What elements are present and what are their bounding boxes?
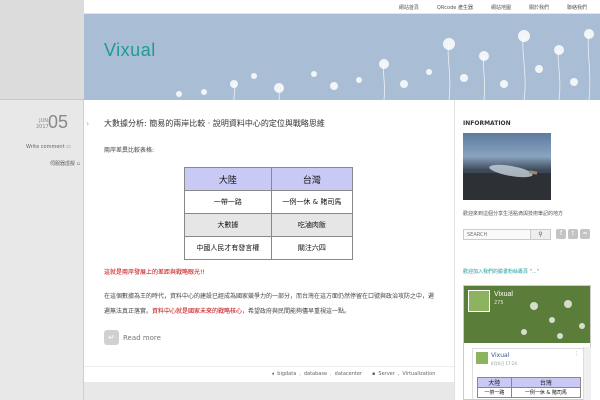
tag-separator: , (330, 371, 332, 377)
facebook-icon[interactable]: f (556, 229, 566, 239)
tag-link[interactable]: database (304, 371, 327, 377)
comment-icon: ▭ (66, 144, 71, 150)
table-row: 大數據 吃滷肉飯 (184, 213, 354, 237)
table-cell: 大數據 (184, 213, 272, 237)
post-tags: ⬧ bigdata, database, datacenter (272, 371, 362, 377)
tag-icon: ⬧ (272, 371, 275, 377)
table-header-cell: 台灣 (270, 167, 354, 191)
left-category-label: 伺服器虛擬 (50, 161, 76, 167)
table-row: 一帶一路 一例一休 & 賭司馬 (184, 190, 354, 214)
read-more-button[interactable]: ↵ Read more (104, 330, 161, 345)
write-comment-label: Write comment (26, 144, 65, 150)
search-icon: ⚲ (538, 231, 543, 238)
facebook-post-time: 6月6日 17:24 (491, 361, 517, 366)
site-header: Vixual (84, 14, 600, 100)
category-link[interactable]: Virtualization (402, 371, 435, 377)
table-header-cell: 台灣 (510, 377, 582, 388)
write-comment-link[interactable]: Write comment ▭ (26, 144, 71, 150)
facebook-widget-heading: 歡迎加入我們的臉書粉絲專頁 "..." (463, 269, 539, 275)
topnav-item-qrcode[interactable]: QRcode 產生器 (428, 2, 482, 13)
table-row: 一帶一路 一例一休 & 賭司馬 (477, 387, 582, 398)
top-bar: 網站首頁 QRcode 產生器 網站地圖 關於我們 聯絡我們 (84, 0, 600, 14)
table-cell: 關注六四 (270, 236, 354, 260)
topnav-item-home[interactable]: 網站首頁 (390, 2, 428, 13)
top-nav: 網站首頁 QRcode 產生器 網站地圖 關於我們 聯絡我們 (390, 2, 596, 13)
facebook-widget-scrollbar[interactable] (583, 347, 591, 400)
sidebar-image (463, 133, 551, 200)
table-cell: 吃滷肉飯 (270, 213, 354, 237)
facebook-page-avatar[interactable] (468, 290, 490, 312)
table-header-row: 大陸 台灣 (477, 377, 582, 388)
social-links: f t ≈ (556, 229, 590, 239)
post-bottom-strip (84, 382, 454, 400)
table-cell: 一例一休 & 賭司馬 (270, 190, 354, 214)
date-year: 2017 (36, 124, 49, 130)
search-input[interactable] (463, 229, 531, 240)
left-header-block (0, 0, 84, 100)
header-floral-decoration (176, 29, 594, 100)
table-cell: 一帶一路 (184, 190, 272, 214)
comparison-table: 大陸 台灣 一帶一路 一例一休 & 賭司馬 大數據 吃滷肉飯 中國人民才有發言權… (184, 167, 354, 260)
sidebar-caption: 歡迎來到這個分享生活點滴與技術筆記的地方 (463, 211, 564, 217)
site-title[interactable]: Vixual (104, 40, 156, 61)
table-header-cell: 大陸 (184, 167, 272, 191)
return-icon: ↵ (104, 330, 119, 345)
twitter-icon[interactable]: t (568, 229, 578, 239)
table-cell: 一帶一路 (477, 387, 512, 398)
chevron-right-icon: › (86, 119, 90, 128)
post-date-day: 05 (48, 112, 69, 132)
folder-icon: ▪ (372, 371, 376, 377)
avatar[interactable] (476, 352, 488, 364)
tag-separator: , (299, 371, 301, 377)
table-row: 中國人民才有發言權 關注六四 (184, 236, 354, 260)
folder-icon: ▫ (76, 161, 80, 167)
topnav-item-contact[interactable]: 聯絡我們 (558, 2, 596, 13)
rss-icon[interactable]: ≈ (580, 229, 590, 239)
paragraph-end-text: ，希望政府與民間能夠儘早重視這一點。 (242, 308, 351, 315)
facebook-page-widget: Vixual 275 Vixual 6月6日 17:24 ⋮ 大陸 台灣 一帶一… (463, 285, 591, 400)
post-highlight-text: 這就是兩岸發展上的差距與戰略眼光!! (104, 269, 205, 276)
search-button[interactable]: ⚲ (531, 229, 551, 240)
facebook-like-count: 275 (494, 300, 504, 306)
post-paragraph: 在這個數據為王的時代，資料中心的建設已經成為國家競爭力的一部分，而台灣在這方面仍… (104, 289, 438, 319)
left-category-link[interactable]: 伺服器虛擬 ▫ (50, 160, 80, 167)
post-intro: 兩岸差異比較表格: (104, 147, 155, 154)
topnav-item-about[interactable]: 關於我們 (520, 2, 558, 13)
facebook-post-author[interactable]: Vixual (491, 352, 509, 359)
category-separator: , (397, 371, 400, 377)
more-options-icon[interactable]: ⋮ (574, 351, 579, 357)
paragraph-red-text: 資料中心就是國家未來的戰略核心 (152, 308, 243, 315)
table-cell: 中國人民才有發言權 (184, 236, 272, 260)
table-header-cell: 大陸 (477, 377, 512, 388)
post-categories: ▪ Server, Virtualization (372, 371, 435, 377)
post-date-month: JUN 2017 (36, 118, 49, 130)
table-header-row: 大陸 台灣 (184, 167, 354, 191)
sidebar-heading: INFORMATION (463, 120, 511, 127)
facebook-post: Vixual 6月6日 17:24 ⋮ 大陸 台灣 一帶一路 一例一休 & 賭司… (472, 348, 584, 399)
topnav-item-sitemap[interactable]: 網站地圖 (482, 2, 520, 13)
read-more-label: Read more (123, 333, 161, 342)
category-link[interactable]: Server (378, 371, 394, 377)
tag-link[interactable]: datacenter (335, 371, 362, 377)
post-title[interactable]: 大數據分析: 簡易的兩岸比較 · 說明資料中心的定位與戰略思維 (104, 118, 325, 129)
facebook-page-name[interactable]: Vixual (494, 291, 513, 298)
facebook-post-table: 大陸 台灣 一帶一路 一例一休 & 賭司馬 (477, 377, 582, 398)
table-cell: 一例一休 & 賭司馬 (510, 387, 582, 398)
bottle-illustration (463, 164, 551, 200)
search-form: ⚲ (463, 229, 551, 240)
tag-link[interactable]: bigdata (277, 371, 296, 377)
facebook-cover: Vixual 275 (464, 286, 590, 343)
